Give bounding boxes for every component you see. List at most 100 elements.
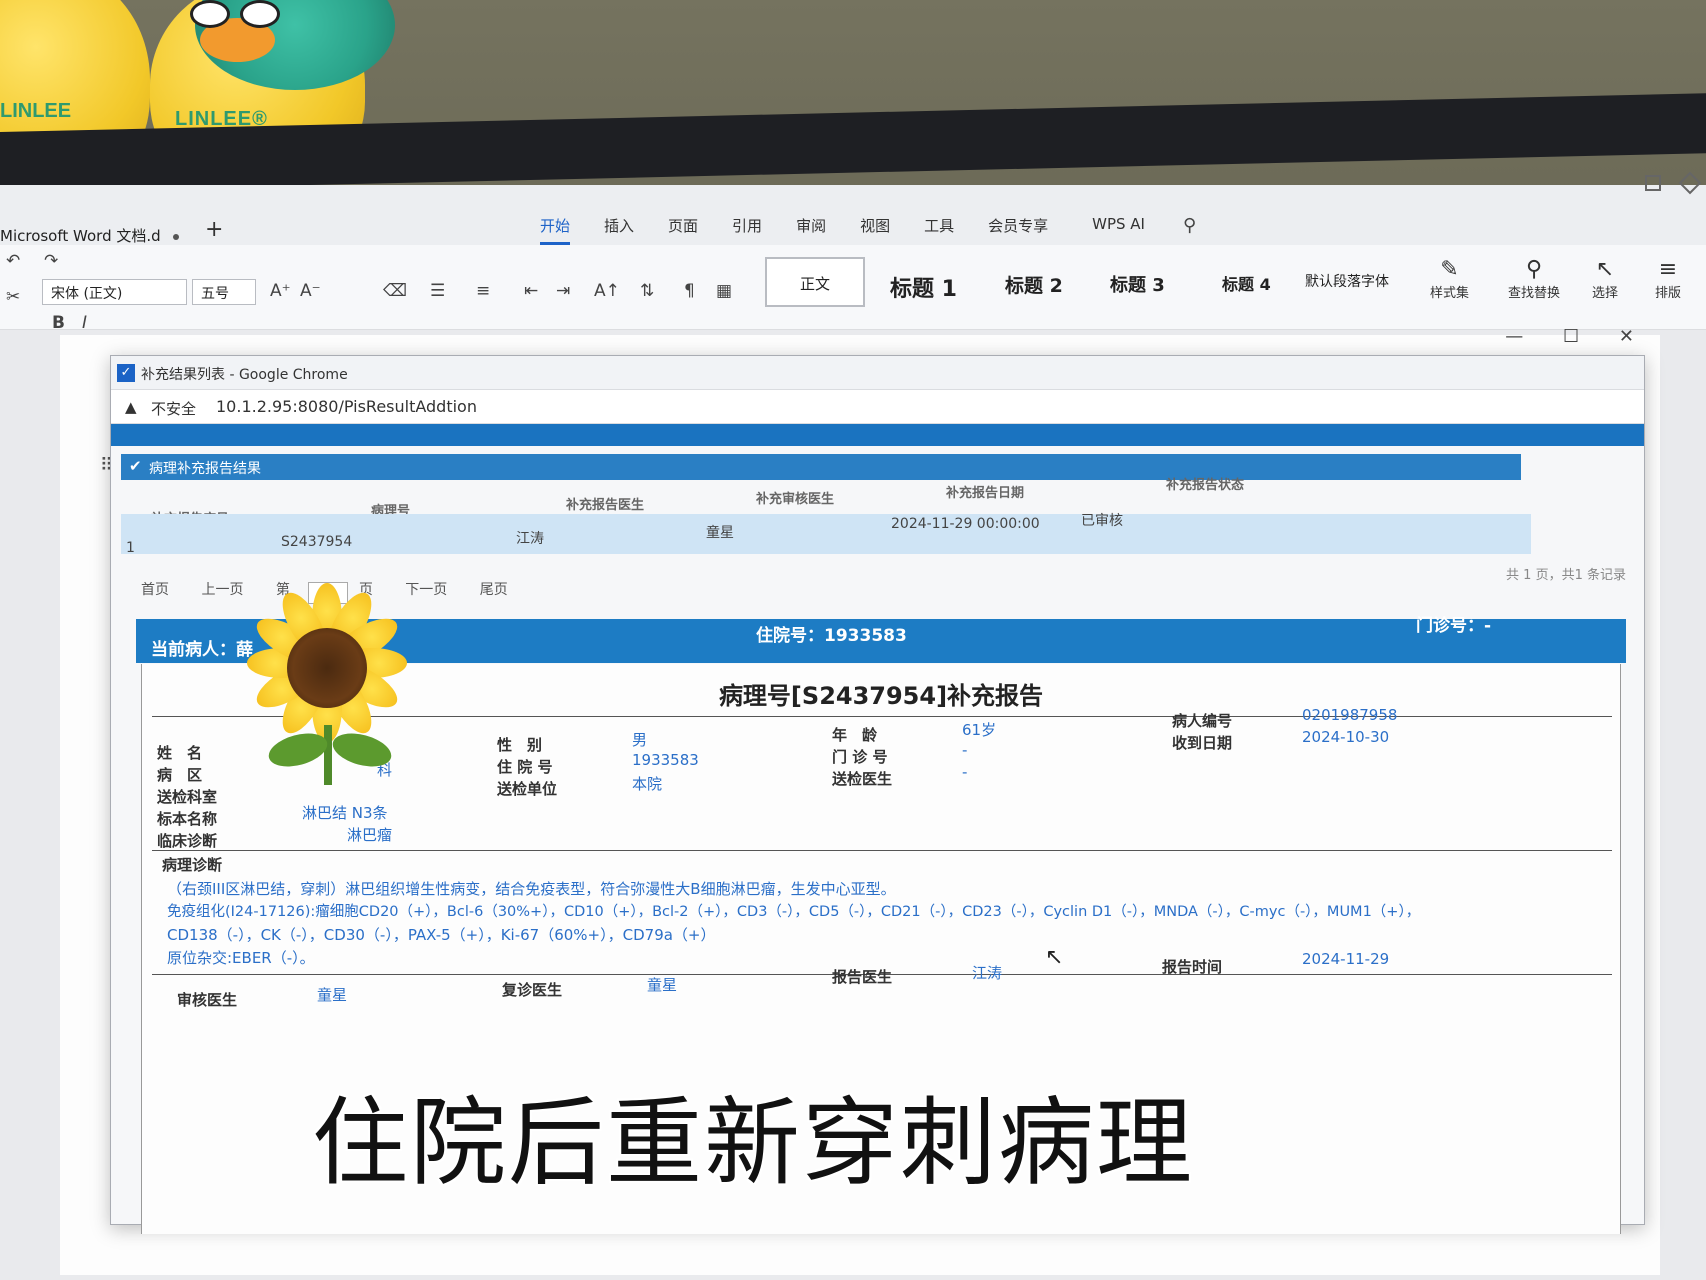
col-review-doctor: 补充审核医生	[756, 492, 835, 507]
outdent-icon[interactable]: ⇥	[556, 281, 570, 301]
tab-insert[interactable]: 插入	[604, 215, 634, 245]
cut-icon[interactable]: ✂	[6, 287, 20, 307]
tab-tools[interactable]: 工具	[924, 215, 954, 245]
select-button[interactable]: ↖ 选择	[1592, 257, 1618, 301]
layout-label: 排版	[1655, 286, 1682, 301]
layout-icon: ≡	[1658, 257, 1678, 282]
text-direction-icon[interactable]: A↑	[594, 281, 620, 301]
window-title: 补充结果列表 - Google Chrome	[141, 367, 348, 383]
undo-icon[interactable]: ↶	[6, 251, 20, 271]
value-clinical-diagnosis: 淋巴瘤	[347, 826, 393, 844]
tab-view[interactable]: 视图	[860, 215, 890, 245]
sort-icon[interactable]: ⇅	[640, 281, 654, 301]
url-text[interactable]: 10.1.2.95:8080/PisResultAddtion	[216, 397, 477, 416]
value-recheck: 童星	[647, 976, 678, 994]
cell-report-date: 2024-11-29 00:00:00	[891, 516, 1040, 532]
numbered-list-icon[interactable]: ≡	[476, 281, 490, 301]
label-patient-id: 病人编号	[1172, 712, 1233, 730]
label-dept: 送检科室	[157, 788, 218, 806]
value-gender: 男	[632, 731, 648, 749]
panel-header: ✔ 病理补充报告结果	[121, 454, 1521, 480]
check-icon: ✔	[129, 457, 142, 475]
label-name: 姓 名	[157, 744, 203, 762]
record-count: 共 1 页，共1 条记录	[1506, 568, 1626, 583]
col-report-date: 补充报告日期	[946, 486, 1025, 501]
diagnosis-line: CD138（-），CK（-），CD30（-），PAX-5（+），Ki-67（60…	[167, 926, 716, 944]
grow-font-icon[interactable]: A⁺	[270, 281, 291, 301]
label-clinical-diagnosis: 临床诊断	[157, 832, 218, 850]
indent-icon[interactable]: ⇤	[524, 281, 538, 301]
grid-header: 补充报告序号 病理号 补充报告医生 补充审核医生 补充报告日期 补充报告状态	[121, 478, 1531, 527]
label-specimen: 标本名称	[157, 810, 218, 828]
style-set-button[interactable]: ✎ 样式集	[1430, 257, 1469, 301]
label-auditor: 审核医生	[177, 991, 238, 1009]
label-report-time: 报告时间	[1162, 958, 1223, 976]
col-status: 补充报告状态	[1166, 478, 1245, 493]
label-received: 收到日期	[1172, 734, 1233, 752]
style-normal[interactable]: 正文	[765, 257, 865, 307]
label-age: 年 龄	[832, 726, 878, 744]
label-pathology-diagnosis: 病理诊断	[162, 856, 223, 874]
style-set-icon: ✎	[1440, 257, 1459, 282]
redo-icon[interactable]: ↷	[44, 251, 58, 271]
style-heading-2[interactable]: 标题 2	[995, 257, 1073, 307]
find-replace-button[interactable]: ⚲ 查找替换	[1508, 257, 1560, 301]
value-report-time: 2024-11-29	[1302, 950, 1390, 968]
value-doctor: -	[962, 763, 968, 781]
insecure-label: 不安全	[151, 400, 197, 418]
pager-first[interactable]: 首页	[141, 582, 169, 598]
shrink-font-icon[interactable]: A⁻	[300, 281, 321, 301]
value-outpatient-no: -	[962, 741, 968, 759]
panel-title: 病理补充报告结果	[149, 461, 261, 477]
minimize-icon[interactable]: —	[1505, 326, 1523, 347]
tab-member[interactable]: 会员专享	[988, 215, 1048, 245]
tab-review[interactable]: 审阅	[796, 215, 826, 245]
search-icon[interactable]: ⚲	[1183, 215, 1196, 245]
label-unit: 送检单位	[497, 780, 558, 798]
style-heading-3[interactable]: 标题 3	[1100, 257, 1175, 307]
style-heading-1[interactable]: 标题 1	[880, 257, 967, 307]
tab-page[interactable]: 页面	[668, 215, 698, 245]
sunflower-center	[287, 628, 367, 708]
label-doctor: 送检医生	[832, 770, 893, 788]
paragraph-icon[interactable]: ¶	[684, 281, 695, 301]
maximize-icon[interactable]: ☐	[1563, 326, 1579, 347]
value-reporter: 江涛	[972, 964, 1003, 982]
cell-pathology-no: S2437954	[281, 534, 353, 550]
value-received: 2024-10-30	[1302, 728, 1390, 746]
overlay-caption: 住院后重新穿刺病理	[312, 1087, 1194, 1199]
tab-home[interactable]: 开始	[540, 215, 571, 245]
diagnosis-line: 免疫组化(I24-17126):瘤细胞CD20（+），Bcl-6（30%+），C…	[167, 904, 1421, 920]
layout-button[interactable]: ≡ 排版	[1655, 257, 1681, 301]
document-tab-title: Microsoft Word 文档.d	[0, 227, 161, 245]
cell-status: 已审核	[1081, 513, 1123, 529]
value-auditor: 童星	[317, 986, 348, 1004]
new-tab-button[interactable]: +	[205, 217, 223, 242]
tab-references[interactable]: 引用	[732, 215, 762, 245]
table-row[interactable]: 1 S2437954 江涛 童星 2024-11-29 00:00:00 已审核	[121, 513, 1531, 556]
bullet-list-icon[interactable]: ☰	[430, 281, 445, 301]
label-inpatient-no: 住 院 号	[497, 758, 553, 776]
label-outpatient-no: 门 诊 号	[832, 748, 888, 766]
cell-index: 1	[126, 540, 135, 556]
label-gender: 性 别	[497, 736, 543, 754]
top-strip	[111, 424, 1644, 446]
style-heading-4[interactable]: 标题 4	[1212, 257, 1281, 307]
eraser-icon[interactable]: ⌫	[383, 281, 407, 301]
ribbon-tabs: 开始 插入 页面 引用 审阅 视图 工具 会员专享 WPS AI ⚲	[540, 215, 1196, 245]
restore-icon[interactable]	[1645, 175, 1661, 191]
unsaved-dot-icon	[172, 233, 179, 240]
table-icon[interactable]: ▦	[716, 281, 732, 301]
pager-last[interactable]: 尾页	[480, 582, 508, 598]
chrome-title-bar: ✓ 补充结果列表 - Google Chrome — ☐ ✕	[111, 326, 1644, 390]
address-bar[interactable]: ▲ 不安全 10.1.2.95:8080/PisResultAddtion	[111, 390, 1644, 424]
font-family-select[interactable]: 宋体 (正文)	[42, 279, 187, 305]
style-default-font[interactable]: 默认段落字体	[1295, 257, 1399, 307]
pager-prev[interactable]: 上一页	[201, 582, 243, 598]
font-size-select[interactable]: 五号	[192, 279, 256, 305]
document-tab[interactable]: Microsoft Word 文档.d	[0, 225, 179, 246]
close-icon[interactable]: ✕	[1619, 326, 1634, 347]
wps-ai-button[interactable]: WPS AI	[1092, 215, 1145, 245]
value-patient-id: 0201987958	[1302, 706, 1398, 724]
window-controls: — ☐ ✕	[1471, 326, 1634, 347]
